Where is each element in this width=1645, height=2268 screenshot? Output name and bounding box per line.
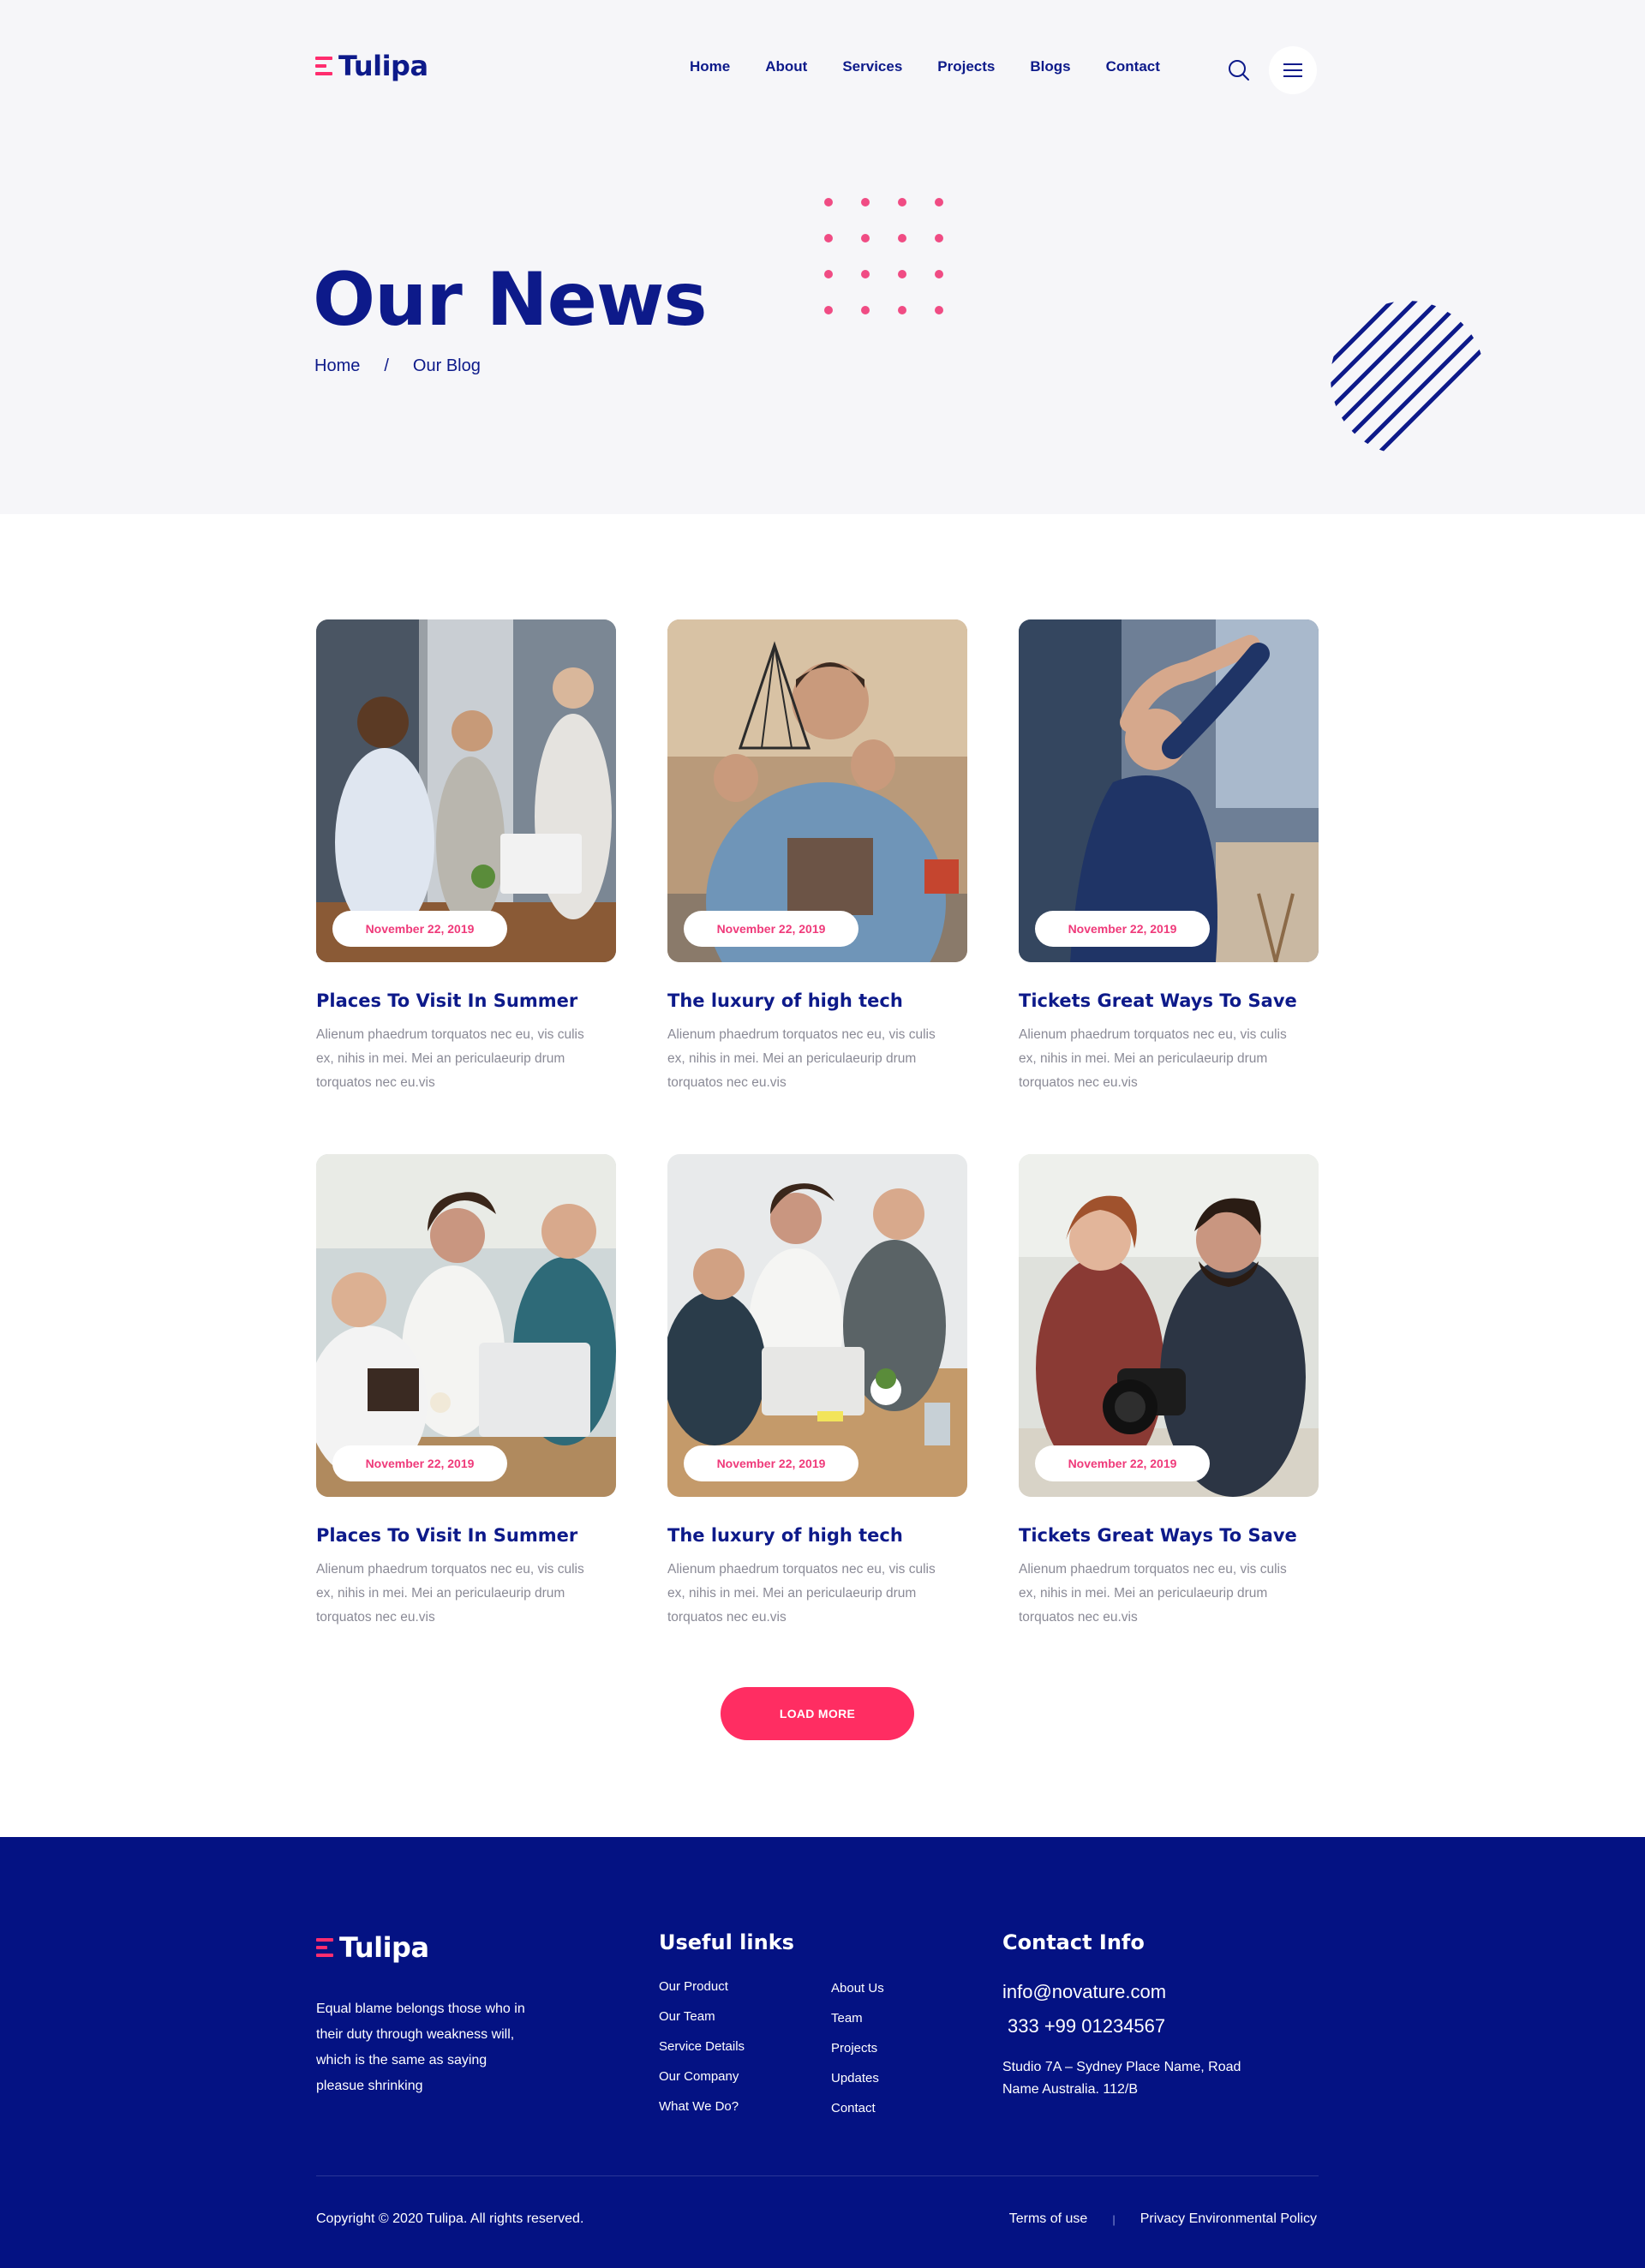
post-date-badge: November 22, 2019 bbox=[1035, 911, 1210, 947]
post-excerpt: Alienum phaedrum torquatos nec eu, vis c… bbox=[316, 1027, 584, 1090]
post-excerpt: Alienum phaedrum torquatos nec eu, vis c… bbox=[667, 1562, 936, 1625]
logo-text: Tulipa bbox=[339, 1931, 429, 1964]
post-date-badge: November 22, 2019 bbox=[1035, 1445, 1210, 1481]
blog-card: November 22, 2019 The luxury of high tec… bbox=[667, 1154, 967, 1653]
blog-card-image[interactable]: November 22, 2019 bbox=[667, 1154, 967, 1497]
footer-link[interactable]: Service Details bbox=[659, 2038, 745, 2056]
footer-link[interactable]: Projects bbox=[831, 2040, 884, 2057]
nav-item-home[interactable]: Home bbox=[690, 58, 730, 75]
blog-card: November 22, 2019 Places To Visit In Sum… bbox=[316, 1154, 616, 1653]
post-excerpt: Alienum phaedrum torquatos nec eu, vis c… bbox=[1019, 1027, 1287, 1090]
blog-card-image[interactable]: November 22, 2019 bbox=[316, 619, 616, 962]
post-title[interactable]: Tickets Great Ways To Save bbox=[1019, 990, 1319, 1011]
contact-address: Studio 7A – Sydney Place Name, Road Name… bbox=[1002, 2060, 1241, 2097]
blog-card-image[interactable]: November 22, 2019 bbox=[1019, 619, 1319, 962]
contact-info-heading: Contact Info bbox=[1002, 1930, 1145, 1954]
page-header: Tulipa Home About Services Projects Blog… bbox=[0, 0, 1645, 514]
useful-links-left: Our Product Our Team Service Details Our… bbox=[659, 1978, 745, 2115]
post-title[interactable]: Tickets Great Ways To Save bbox=[1019, 1525, 1319, 1546]
breadcrumb: Home / Our Blog bbox=[314, 356, 481, 376]
main-nav: Home About Services Projects Blogs Conta… bbox=[690, 58, 1160, 75]
footer-link[interactable]: Team bbox=[831, 2010, 884, 2027]
menu-button[interactable] bbox=[1269, 46, 1317, 94]
footer-link[interactable]: Contact bbox=[831, 2100, 884, 2117]
legal-separator: | bbox=[1112, 2212, 1116, 2226]
footer-link[interactable]: What We Do? bbox=[659, 2098, 745, 2115]
hamburger-menu-icon bbox=[1283, 63, 1302, 77]
logo-mark-icon bbox=[315, 57, 332, 75]
logo-text: Tulipa bbox=[338, 50, 428, 82]
decorative-dot-grid bbox=[824, 198, 943, 314]
site-footer: Tulipa Equal blame belongs those who in … bbox=[0, 1837, 1645, 2268]
post-date-badge: November 22, 2019 bbox=[332, 911, 507, 947]
nav-item-about[interactable]: About bbox=[765, 58, 807, 75]
footer-divider bbox=[316, 2175, 1319, 2176]
blog-card: November 22, 2019 Tickets Great Ways To … bbox=[1019, 619, 1319, 1118]
copyright-text: Copyright © 2020 Tulipa. All rights rese… bbox=[316, 2211, 584, 2226]
blog-card: November 22, 2019 Tickets Great Ways To … bbox=[1019, 1154, 1319, 1653]
logo-mark-icon bbox=[316, 1938, 333, 1957]
blog-card-image[interactable]: November 22, 2019 bbox=[316, 1154, 616, 1497]
post-excerpt: Alienum phaedrum torquatos nec eu, vis c… bbox=[1019, 1562, 1287, 1625]
post-date-badge: November 22, 2019 bbox=[332, 1445, 507, 1481]
post-title[interactable]: The luxury of high tech bbox=[667, 1525, 967, 1546]
post-date-badge: November 22, 2019 bbox=[684, 1445, 858, 1481]
post-title[interactable]: The luxury of high tech bbox=[667, 990, 967, 1011]
nav-item-contact[interactable]: Contact bbox=[1106, 58, 1160, 75]
breadcrumb-separator: / bbox=[384, 356, 389, 375]
blog-card: November 22, 2019 Places To Visit In Sum… bbox=[316, 619, 616, 1118]
load-more-button[interactable]: LOAD MORE bbox=[721, 1687, 914, 1740]
contact-email[interactable]: info@novature.com bbox=[1002, 1981, 1166, 2003]
footer-about-text: Equal blame belongs those who in their d… bbox=[316, 2002, 525, 2093]
terms-link[interactable]: Terms of use bbox=[1009, 2211, 1088, 2227]
useful-links-heading: Useful links bbox=[659, 1930, 794, 1954]
footer-link[interactable]: Our Company bbox=[659, 2068, 745, 2085]
logo[interactable]: Tulipa bbox=[315, 50, 428, 82]
nav-item-blogs[interactable]: Blogs bbox=[1030, 58, 1070, 75]
footer-link[interactable]: Our Product bbox=[659, 1978, 745, 1996]
decorative-striped-circle bbox=[1331, 301, 1485, 455]
breadcrumb-home[interactable]: Home bbox=[314, 356, 360, 376]
contact-phone[interactable]: 333 +99 01234567 bbox=[1008, 2015, 1165, 2038]
blog-grid: November 22, 2019 Places To Visit In Sum… bbox=[316, 619, 1319, 1653]
blog-card: November 22, 2019 The luxury of high tec… bbox=[667, 619, 967, 1118]
search-icon[interactable] bbox=[1227, 58, 1251, 82]
post-excerpt: Alienum phaedrum torquatos nec eu, vis c… bbox=[316, 1562, 584, 1625]
footer-link[interactable]: About Us bbox=[831, 1980, 884, 1997]
blog-card-image[interactable]: November 22, 2019 bbox=[667, 619, 967, 962]
privacy-link[interactable]: Privacy Environmental Policy bbox=[1140, 2211, 1317, 2227]
footer-link[interactable]: Our Team bbox=[659, 2008, 745, 2026]
post-excerpt: Alienum phaedrum torquatos nec eu, vis c… bbox=[667, 1027, 936, 1090]
post-date-badge: November 22, 2019 bbox=[684, 911, 858, 947]
nav-item-projects[interactable]: Projects bbox=[937, 58, 995, 75]
nav-item-services[interactable]: Services bbox=[842, 58, 902, 75]
footer-logo[interactable]: Tulipa bbox=[316, 1931, 429, 1964]
page-title: Our News bbox=[313, 257, 708, 343]
useful-links-right: About Us Team Projects Updates Contact bbox=[831, 1980, 884, 2117]
blog-card-image[interactable]: November 22, 2019 bbox=[1019, 1154, 1319, 1497]
footer-link[interactable]: Updates bbox=[831, 2070, 884, 2087]
breadcrumb-current: Our Blog bbox=[412, 356, 481, 375]
post-title[interactable]: Places To Visit In Summer bbox=[316, 990, 616, 1011]
legal-links: Terms of use | Privacy Environmental Pol… bbox=[1009, 2211, 1317, 2227]
post-title[interactable]: Places To Visit In Summer bbox=[316, 1525, 616, 1546]
